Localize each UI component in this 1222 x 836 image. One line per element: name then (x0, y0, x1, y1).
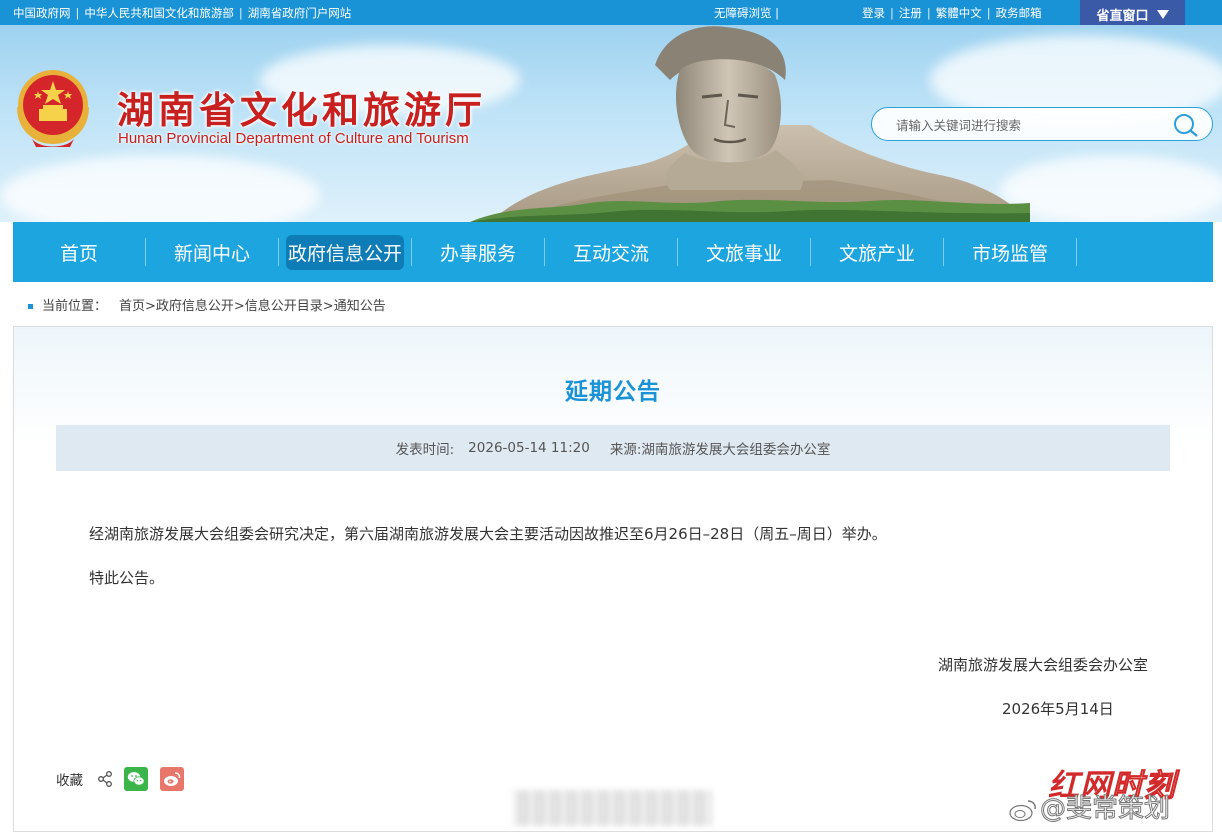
traditional-chinese-link[interactable]: 繁體中文 (936, 6, 982, 20)
nav-label: 互动交流 (572, 242, 649, 265)
provincial-window-label: 省直窗口 (1096, 9, 1149, 24)
header-banner: 湖南省文化和旅游厅 Hunan Provincial Department of… (0, 25, 1222, 222)
nav-label: 新闻中心 (173, 242, 250, 265)
nav-label: 市场监管 (971, 242, 1048, 265)
article-panel: 延期公告 发表时间: 2026-05-14 11:20 来源:湖南旅游发展大会组… (13, 326, 1213, 832)
wechat-icon (127, 772, 145, 786)
breadcrumb-path[interactable]: 首页>政府信息公开>信息公开目录>通知公告 (119, 299, 386, 314)
accessible-link[interactable]: 无障碍浏览 (714, 6, 772, 20)
bullet-icon (28, 304, 33, 309)
article-paragraph: 特此公告。 (89, 569, 165, 587)
nav-item-gov-info[interactable]: 政府信息公开 (279, 222, 411, 282)
top-links: 中国政府网 | 中华人民共和国文化和旅游部 | 湖南省政府门户网站 (13, 6, 352, 20)
nav-item-services[interactable]: 办事服务 (412, 222, 544, 282)
favorite-button[interactable]: 收藏 (56, 769, 83, 789)
nav-label: 政府信息公开 (285, 234, 404, 270)
site-subtitle: Hunan Provincial Department of Culture a… (118, 130, 469, 147)
search-icon[interactable] (1172, 112, 1200, 138)
nav-item-culture-affairs[interactable]: 文旅事业 (678, 222, 810, 282)
publish-time: 2026-05-14 11:20 (468, 440, 590, 456)
login-link[interactable]: 登录 (862, 6, 885, 20)
nav-item-news[interactable]: 新闻中心 (146, 222, 278, 282)
nav-item-home[interactable]: 首页 (13, 222, 145, 282)
accessible-browse[interactable]: 无障碍浏览 | (714, 5, 779, 21)
weibo-share-button[interactable] (160, 767, 184, 791)
nav-label: 首页 (59, 242, 98, 265)
share-bar: 收藏 (56, 767, 196, 791)
search-box (871, 107, 1213, 141)
share-icon[interactable] (97, 771, 113, 787)
gov-mail-link[interactable]: 政务邮箱 (996, 6, 1042, 20)
register-link[interactable]: 注册 (899, 6, 922, 20)
national-emblem-logo (17, 70, 89, 147)
article-source: 来源:湖南旅游发展大会组委会办公室 (609, 442, 831, 458)
nav-label: 文旅事业 (705, 242, 782, 265)
user-links: 登录 | 注册 | 繁體中文 | 政务邮箱 (862, 6, 1042, 20)
watermark-handle-text: @斐常策划 (1039, 794, 1171, 825)
cloud-decoration (0, 155, 320, 222)
article-paragraph: 经湖南旅游发展大会组委会研究决定，第六届湖南旅游发展大会主要活动因故推迟至6月2… (89, 525, 887, 543)
chevron-down-icon (1156, 10, 1169, 19)
search-input[interactable] (896, 116, 1156, 134)
link-gov-portal[interactable]: 中国政府网 (13, 6, 71, 20)
article-meta: 发表时间: 2026-05-14 11:20 来源:湖南旅游发展大会组委会办公室 (56, 425, 1170, 471)
nav-item-interaction[interactable]: 互动交流 (545, 222, 677, 282)
nav-item-market-supervision[interactable]: 市场监管 (944, 222, 1076, 282)
accessible-separator: | (775, 6, 780, 20)
nav-label: 办事服务 (439, 242, 516, 265)
top-bar: 中国政府网 | 中华人民共和国文化和旅游部 | 湖南省政府门户网站 无障碍浏览 | 登录… (0, 0, 1222, 29)
publish-label: 发表时间: (395, 442, 455, 458)
nav-divider (1076, 238, 1077, 266)
site-title: 湖南省文化和旅游厅 (117, 88, 486, 132)
blurred-overlay (512, 790, 712, 826)
link-ministry[interactable]: 中华人民共和国文化和旅游部 (84, 6, 234, 20)
nav-label: 文旅产业 (838, 242, 915, 265)
article-title: 延期公告 (565, 379, 661, 405)
breadcrumb-label: 当前位置： (42, 299, 108, 314)
wechat-share-button[interactable] (124, 767, 148, 791)
signature-date: 2026年5月14日 (1002, 700, 1114, 718)
breadcrumb: 当前位置： 首页>政府信息公开>信息公开目录>通知公告 (28, 295, 386, 314)
cloud-decoration (1000, 155, 1222, 222)
link-hunan-portal[interactable]: 湖南省政府门户网站 (248, 6, 352, 20)
main-nav: 首页 新闻中心 政府信息公开 办事服务 互动交流 文旅事业 文旅产业 市场监管 (13, 222, 1213, 282)
weibo-icon (1009, 799, 1036, 821)
signature-org: 湖南旅游发展大会组委会办公室 (938, 656, 1149, 674)
nav-item-culture-industry[interactable]: 文旅产业 (811, 222, 943, 282)
weibo-handle-watermark: @斐常策划 (1008, 788, 1171, 825)
weibo-icon (164, 772, 181, 786)
